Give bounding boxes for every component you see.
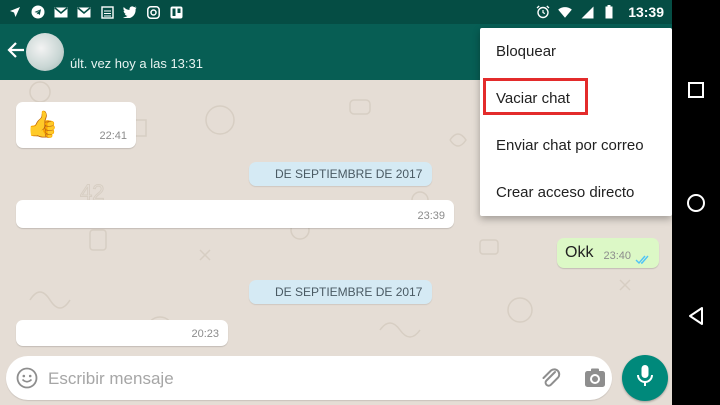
attachment-icon[interactable] — [540, 366, 562, 390]
back-button[interactable] — [686, 306, 706, 326]
camera-icon[interactable] — [584, 367, 606, 389]
message-bubble-incoming[interactable]: 20:23 — [16, 320, 228, 346]
message-time: 22:41 — [99, 130, 127, 142]
last-seen-status: últ. vez hoy a las 13:31 — [70, 56, 203, 71]
notification-icons — [8, 5, 183, 19]
wifi-icon — [558, 5, 573, 19]
input-bar: Escribir mensaje — [0, 350, 672, 405]
date-divider: DE SEPTIEMBRE DE 2017 — [249, 162, 433, 186]
gmail-icon — [54, 5, 68, 19]
instagram-icon — [146, 5, 160, 19]
signal-icon — [580, 5, 594, 19]
emoji-icon[interactable] — [16, 367, 38, 389]
date-divider: DE SEPTIEMBRE DE 2017 — [249, 280, 433, 304]
menu-item-block[interactable]: Bloquear — [480, 28, 672, 75]
android-nav-bar — [672, 0, 720, 405]
trello-icon — [169, 5, 183, 19]
alarm-icon — [536, 5, 550, 19]
contact-avatar[interactable] — [26, 33, 64, 71]
message-bubble-incoming[interactable]: 23:39 — [16, 200, 454, 228]
message-time: 23:40 — [603, 250, 631, 262]
double-check-icon — [635, 252, 651, 265]
overflow-menu: Bloquear Vaciar chat Enviar chat por cor… — [480, 28, 672, 216]
voice-record-button[interactable] — [622, 355, 668, 401]
microphone-icon — [636, 364, 654, 393]
message-text: Okk — [565, 244, 594, 261]
app-screen: 13:39 últ. vez hoy a las 13:31 42 👍 22:4… — [0, 0, 672, 405]
message-bubble-incoming[interactable]: 👍 22:41 — [16, 102, 136, 148]
status-indicators: 13:39 — [536, 4, 664, 20]
message-bubble-outgoing[interactable]: Okk 23:40 — [557, 238, 659, 268]
message-time: 23:39 — [417, 210, 445, 222]
message-input[interactable]: Escribir mensaje — [6, 356, 612, 400]
battery-icon — [602, 5, 616, 19]
calendar-icon — [100, 5, 114, 19]
recents-button[interactable] — [686, 80, 706, 100]
menu-item-create-shortcut[interactable]: Crear acceso directo — [480, 169, 672, 216]
menu-item-email-chat[interactable]: Enviar chat por correo — [480, 122, 672, 169]
message-placeholder: Escribir mensaje — [48, 369, 174, 388]
twitter-icon — [123, 5, 137, 19]
gmail-icon — [77, 5, 91, 19]
message-time: 20:23 — [191, 328, 219, 340]
back-arrow-icon[interactable] — [6, 40, 28, 62]
telegram-icon — [31, 5, 45, 19]
location-arrow-icon — [8, 5, 22, 19]
clock: 13:39 — [628, 4, 664, 20]
home-button[interactable] — [686, 193, 706, 213]
thumbs-up-emoji: 👍 — [26, 109, 59, 139]
status-bar: 13:39 — [0, 0, 672, 24]
highlight-annotation — [483, 78, 588, 115]
